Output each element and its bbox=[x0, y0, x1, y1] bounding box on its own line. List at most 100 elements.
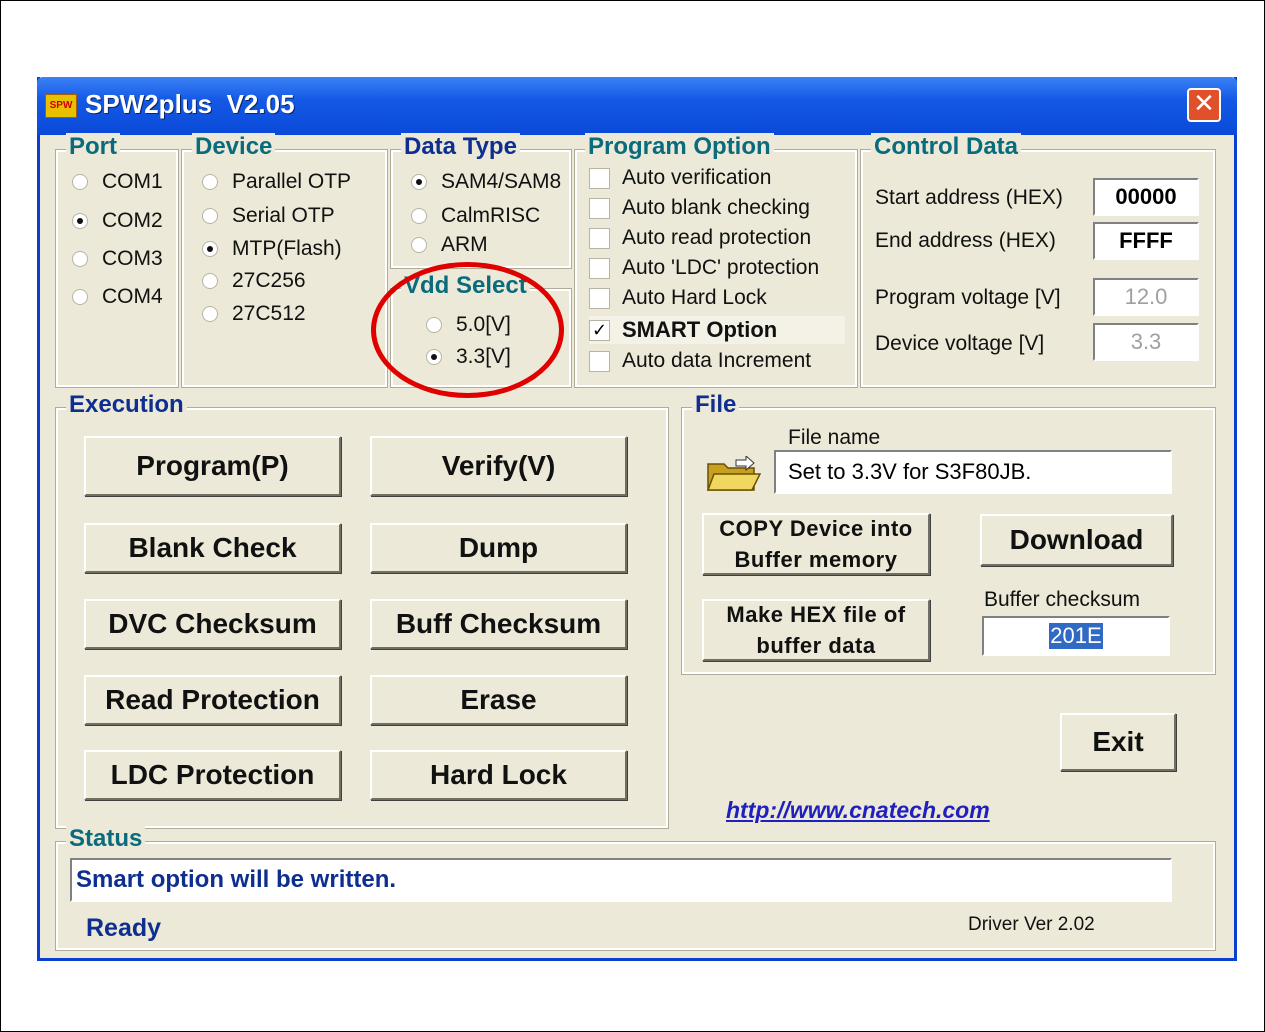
auto-verification-checkbox[interactable]: Auto verification bbox=[589, 166, 771, 190]
port-com1-radio[interactable]: COM1 bbox=[72, 170, 163, 194]
data-type-label: CalmRISC bbox=[441, 204, 541, 227]
program-voltage-label: Program voltage [V] bbox=[875, 286, 1061, 309]
start-address-label: Start address (HEX) bbox=[875, 186, 1063, 209]
status-legend: Status bbox=[66, 825, 146, 853]
read-protection-button[interactable]: Read Protection bbox=[84, 675, 341, 725]
radio-icon bbox=[202, 273, 218, 289]
erase-button[interactable]: Erase bbox=[370, 675, 627, 725]
dump-button[interactable]: Dump bbox=[370, 523, 627, 573]
smart-option-checkbox[interactable]: ✓ SMART Option bbox=[589, 316, 845, 344]
copy-button-line1: COPY Device into bbox=[719, 516, 913, 541]
device-label: Parallel OTP bbox=[232, 170, 352, 193]
radio-icon bbox=[202, 306, 218, 322]
status-group: Status Smart option will be written. Rea… bbox=[55, 825, 1216, 951]
exit-button[interactable]: Exit bbox=[1060, 713, 1176, 771]
auto-hard-lock-checkbox[interactable]: Auto Hard Lock bbox=[589, 286, 767, 310]
radio-icon bbox=[72, 174, 88, 190]
radio-icon bbox=[72, 251, 88, 267]
data-type-group: Data Type SAM4/SAM8 CalmRISC ARM bbox=[390, 133, 572, 269]
dvc-checksum-button[interactable]: DVC Checksum bbox=[84, 599, 341, 649]
file-name-field[interactable]: Set to 3.3V for S3F80JB. bbox=[774, 450, 1172, 494]
auto-data-increment-checkbox[interactable]: Auto data Increment bbox=[589, 349, 811, 373]
checkbox-icon bbox=[589, 197, 610, 219]
file-name-label: File name bbox=[788, 426, 881, 449]
checkbox-icon bbox=[589, 167, 610, 189]
port-com3-radio[interactable]: COM3 bbox=[72, 247, 163, 271]
checkbox-icon bbox=[589, 287, 610, 309]
end-address-field[interactable]: FFFF bbox=[1093, 222, 1199, 260]
download-button[interactable]: Download bbox=[980, 514, 1173, 566]
data-type-legend: Data Type bbox=[401, 133, 520, 161]
option-label: Auto read protection bbox=[622, 226, 812, 249]
port-group: Port COM1 COM2 COM3 COM4 bbox=[55, 133, 179, 388]
checkbox-icon bbox=[589, 350, 610, 372]
option-label: Auto 'LDC' protection bbox=[622, 256, 820, 279]
buff-checksum-button[interactable]: Buff Checksum bbox=[370, 599, 627, 649]
start-address-field[interactable]: 00000 bbox=[1093, 178, 1199, 216]
open-folder-icon[interactable] bbox=[706, 454, 762, 497]
checkbox-icon bbox=[589, 227, 610, 249]
checkmark-icon: ✓ bbox=[589, 319, 610, 341]
radio-icon bbox=[72, 289, 88, 305]
radio-icon bbox=[202, 208, 218, 224]
ldc-protection-button[interactable]: LDC Protection bbox=[84, 750, 341, 800]
buffer-checksum-field[interactable]: 201E bbox=[982, 616, 1170, 656]
port-com4-label: COM4 bbox=[102, 285, 163, 308]
device-serial-otp-radio[interactable]: Serial OTP bbox=[202, 204, 335, 228]
status-state: Ready bbox=[86, 914, 162, 942]
program-button[interactable]: Program(P) bbox=[84, 436, 341, 496]
status-message-field: Smart option will be written. bbox=[70, 858, 1172, 902]
status-message: Smart option will be written. bbox=[76, 866, 397, 893]
file-group: File File name Set to 3.3V for S3F80JB. … bbox=[681, 391, 1216, 675]
auto-blank-checking-checkbox[interactable]: Auto blank checking bbox=[589, 196, 810, 220]
device-27c512-radio[interactable]: 27C512 bbox=[202, 302, 306, 326]
data-type-sam-radio[interactable]: SAM4/SAM8 bbox=[411, 170, 561, 194]
device-label: 27C512 bbox=[232, 302, 306, 325]
execution-legend: Execution bbox=[66, 391, 187, 419]
option-label: Auto Hard Lock bbox=[622, 286, 767, 309]
program-option-group: Program Option Auto verification Auto bl… bbox=[574, 133, 858, 388]
verify-button[interactable]: Verify(V) bbox=[370, 436, 627, 496]
data-type-calmrisc-radio[interactable]: CalmRISC bbox=[411, 204, 540, 228]
device-parallel-otp-radio[interactable]: Parallel OTP bbox=[202, 170, 351, 194]
close-button[interactable]: ✕ bbox=[1187, 88, 1221, 122]
device-27c256-radio[interactable]: 27C256 bbox=[202, 269, 306, 293]
device-voltage-label: Device voltage [V] bbox=[875, 332, 1045, 355]
blank-check-button[interactable]: Blank Check bbox=[84, 523, 341, 573]
data-type-label: ARM bbox=[441, 233, 488, 256]
radio-selected-icon bbox=[72, 213, 88, 229]
website-link[interactable]: http://www.cnatech.com bbox=[726, 797, 990, 824]
radio-selected-icon bbox=[411, 174, 427, 190]
port-com1-label: COM1 bbox=[102, 170, 163, 193]
program-voltage-field[interactable]: 12.0 bbox=[1093, 278, 1199, 316]
annotation-circle bbox=[371, 262, 564, 398]
auto-ldc-protection-checkbox[interactable]: Auto 'LDC' protection bbox=[589, 256, 819, 280]
make-hex-file-button[interactable]: Make HEX file of buffer data bbox=[702, 599, 930, 661]
file-legend: File bbox=[692, 391, 740, 419]
device-voltage-field[interactable]: 3.3 bbox=[1093, 323, 1199, 361]
window-title: SPW2plus V2.05 bbox=[85, 89, 295, 119]
option-label: SMART Option bbox=[622, 317, 778, 342]
hard-lock-button[interactable]: Hard Lock bbox=[370, 750, 627, 800]
copy-device-to-buffer-button[interactable]: COPY Device into Buffer memory bbox=[702, 513, 930, 575]
control-data-legend: Control Data bbox=[871, 133, 1021, 161]
data-type-label: SAM4/SAM8 bbox=[441, 170, 562, 193]
device-label: MTP(Flash) bbox=[232, 237, 342, 260]
device-label: 27C256 bbox=[232, 269, 306, 292]
option-label: Auto blank checking bbox=[622, 196, 810, 219]
port-com4-radio[interactable]: COM4 bbox=[72, 285, 163, 309]
checkbox-icon bbox=[589, 257, 610, 279]
device-mtp-flash-radio[interactable]: MTP(Flash) bbox=[202, 237, 342, 261]
checksum-value: 201E bbox=[1049, 623, 1103, 649]
option-label: Auto verification bbox=[622, 166, 772, 189]
title-bar[interactable]: SPW SPW2plus V2.05 ✕ bbox=[37, 77, 1237, 135]
execution-group: Execution Program(P) Verify(V) Blank Che… bbox=[55, 391, 669, 829]
copy-button-line2: Buffer memory bbox=[734, 547, 898, 572]
app-window: SPW SPW2plus V2.05 ✕ Port COM1 COM2 COM3… bbox=[37, 77, 1237, 961]
auto-read-protection-checkbox[interactable]: Auto read protection bbox=[589, 226, 811, 250]
driver-version: Driver Ver 2.02 bbox=[968, 914, 1095, 935]
hex-button-line2: buffer data bbox=[756, 633, 876, 658]
port-com2-radio[interactable]: COM2 bbox=[72, 209, 163, 233]
data-type-arm-radio[interactable]: ARM bbox=[411, 233, 488, 257]
end-address-label: End address (HEX) bbox=[875, 229, 1056, 252]
